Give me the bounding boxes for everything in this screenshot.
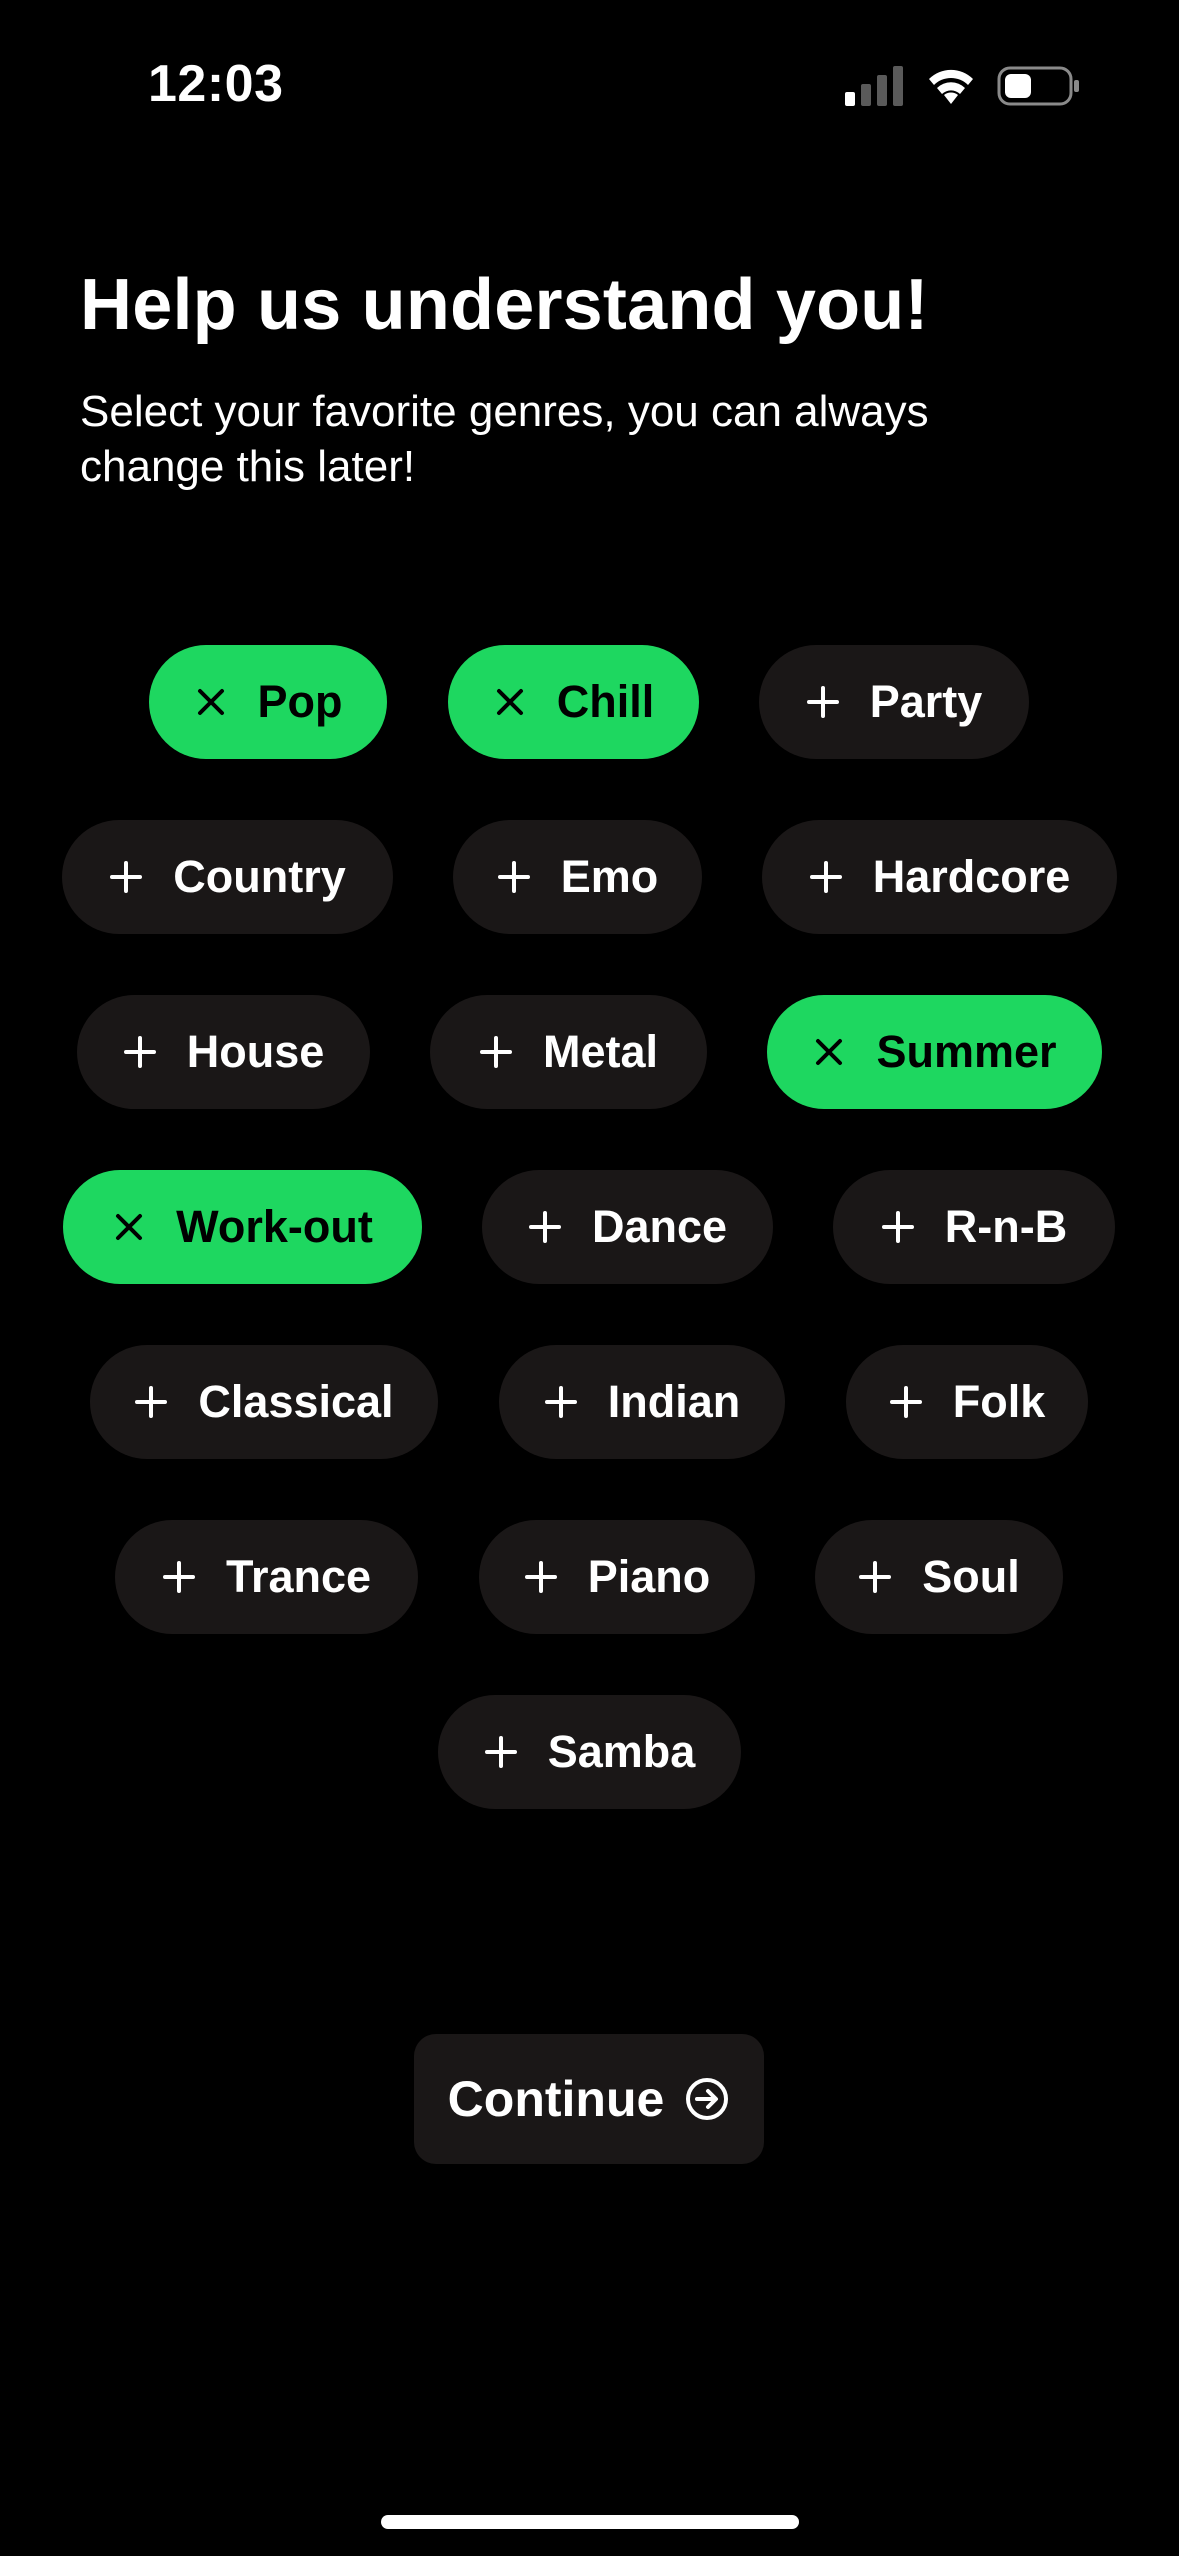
arrow-right-circle-icon	[684, 2076, 730, 2122]
genre-chip-label: Folk	[952, 1376, 1046, 1427]
genre-chip-emo[interactable]: Emo	[453, 820, 702, 934]
genre-chip-label: Samba	[547, 1726, 696, 1777]
genre-chip-label: House	[186, 1026, 325, 1077]
plus-icon	[881, 1210, 915, 1244]
genre-chip-classical[interactable]: Classical	[90, 1345, 438, 1459]
genre-chip-house[interactable]: House	[77, 995, 370, 1109]
page-subtitle: Select your favorite genres, you can alw…	[80, 387, 929, 491]
genre-chip-party[interactable]: Party	[759, 645, 1029, 759]
genre-chip-label: Dance	[591, 1201, 728, 1252]
cellular-signal-icon	[845, 66, 903, 106]
plus-icon	[484, 1735, 518, 1769]
close-icon	[812, 1035, 846, 1069]
genre-chip-trance[interactable]: Trance	[115, 1520, 418, 1634]
plus-icon	[809, 860, 843, 894]
genre-chip-label: Piano	[587, 1551, 711, 1602]
status-bar: 12:03	[0, 0, 1179, 170]
genre-chip-metal[interactable]: Metal	[430, 995, 707, 1109]
genre-chip-dance[interactable]: Dance	[482, 1170, 773, 1284]
genre-chip-label: Emo	[560, 851, 659, 902]
continue-button-label: Continue	[447, 2071, 665, 2127]
page-title: Help us understand you!	[80, 265, 929, 345]
genre-chip-label: Country	[173, 851, 346, 902]
continue-button[interactable]: Continue	[414, 2034, 764, 2164]
plus-icon	[858, 1560, 892, 1594]
plus-icon	[162, 1560, 196, 1594]
genre-chip-label: Classical	[198, 1376, 394, 1427]
plus-icon	[134, 1385, 168, 1419]
genre-chip-folk[interactable]: Folk	[846, 1345, 1088, 1459]
genre-chip-label: Metal	[542, 1026, 659, 1077]
plus-icon	[497, 860, 531, 894]
plus-icon	[123, 1035, 157, 1069]
genre-chip-indian[interactable]: Indian	[499, 1345, 785, 1459]
plus-icon	[889, 1385, 923, 1419]
genre-chip-label: Work-out	[176, 1201, 373, 1252]
plus-icon	[524, 1560, 558, 1594]
genre-chip-country[interactable]: Country	[62, 820, 393, 934]
plus-icon	[544, 1385, 578, 1419]
genre-chip-label: Summer	[876, 1026, 1057, 1077]
genre-chip-samba[interactable]: Samba	[438, 1695, 741, 1809]
genre-chip-label: Trance	[225, 1551, 372, 1602]
genre-chip-piano[interactable]: Piano	[479, 1520, 755, 1634]
plus-icon	[479, 1035, 513, 1069]
plus-icon	[109, 860, 143, 894]
plus-icon	[528, 1210, 562, 1244]
plus-icon	[806, 685, 840, 719]
genre-chip-pop[interactable]: Pop	[149, 645, 387, 759]
close-icon	[493, 685, 527, 719]
close-icon	[112, 1210, 146, 1244]
genre-chip-summer[interactable]: Summer	[767, 995, 1102, 1109]
genre-chip-label: Soul	[922, 1551, 1020, 1602]
genre-chip-label: Chill	[556, 676, 655, 727]
genre-chip-label: Hardcore	[872, 851, 1071, 902]
genre-chip-label: R-n-B	[944, 1201, 1068, 1252]
battery-icon	[997, 66, 1081, 106]
status-time: 12:03	[148, 55, 284, 113]
genre-chip-work-out[interactable]: Work-out	[63, 1170, 422, 1284]
genre-chip-label: Indian	[607, 1376, 741, 1427]
genre-chip-soul[interactable]: Soul	[815, 1520, 1063, 1634]
genre-chip-label: Pop	[257, 676, 343, 727]
wifi-icon	[925, 64, 977, 106]
close-icon	[194, 685, 228, 719]
genre-chip-r-n-b[interactable]: R-n-B	[833, 1170, 1115, 1284]
genre-chip-hardcore[interactable]: Hardcore	[762, 820, 1117, 934]
home-indicator[interactable]	[381, 2515, 799, 2529]
genre-chip-label: Party	[869, 676, 983, 727]
genre-chip-chill[interactable]: Chill	[448, 645, 699, 759]
